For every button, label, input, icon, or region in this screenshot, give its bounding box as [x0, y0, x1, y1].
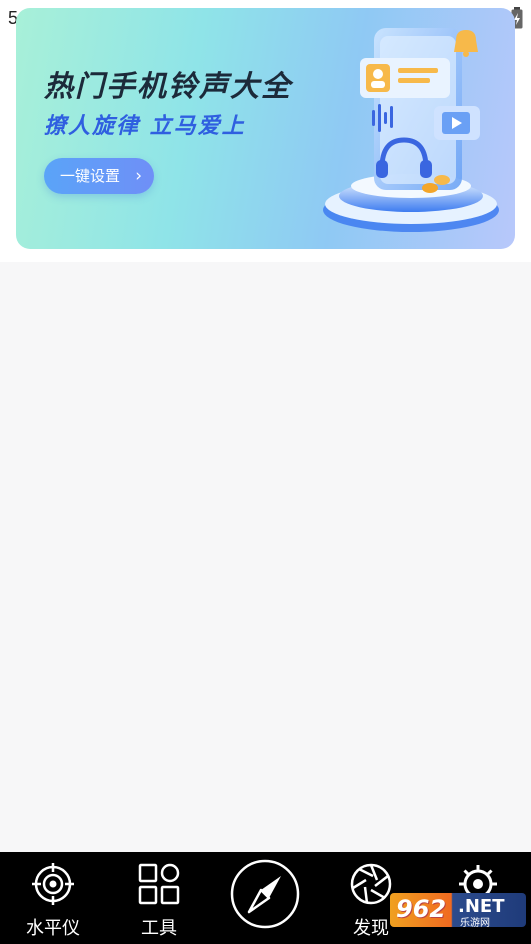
watermark-number: 962 — [396, 895, 447, 923]
banner-subtitle: 撩人旋律 立马爱上 — [44, 114, 246, 139]
nav-label-level: 水平仪 — [26, 918, 80, 939]
ringtone-banner[interactable]: 热门手机铃声大全 撩人旋律 立马爱上 一键设置 › — [16, 8, 515, 249]
nav-item-level[interactable]: 水平仪 — [0, 852, 106, 944]
nav-label-tools: 工具 — [141, 918, 177, 939]
nav-item-tools[interactable]: 工具 — [106, 852, 212, 944]
aperture-icon — [350, 863, 392, 905]
grid-tools-icon — [138, 863, 180, 905]
level-target-icon — [32, 863, 74, 905]
main-content-area — [0, 262, 531, 852]
one-click-setup-button[interactable]: 一键设置 › — [44, 158, 154, 194]
banner-title: 热门手机铃声大全 — [44, 69, 293, 103]
watermark-962-net: 962 .NET 乐游网 — [390, 893, 526, 927]
button-label: 一键设置 — [60, 167, 121, 185]
watermark-subtitle: 乐游网 — [460, 918, 490, 927]
chevron-right-icon: › — [135, 166, 142, 186]
phone-illustration — [323, 28, 499, 232]
nav-item-compass[interactable] — [212, 852, 318, 944]
compass-icon — [230, 859, 300, 929]
top-area: 5:19 A 热门手机铃声大全 撩人旋律 立马爱上 一键设置 › — [0, 0, 531, 262]
